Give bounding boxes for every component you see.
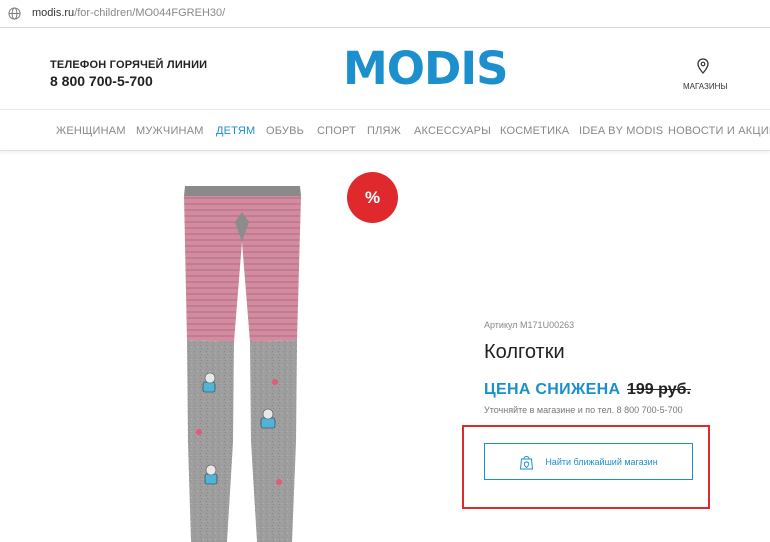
nav-item-shoes[interactable]: ОБУВЬ — [266, 125, 304, 137]
site-logo[interactable]: MODIS — [343, 42, 509, 95]
nav-item-men[interactable]: МУЖЧИНАМ — [136, 125, 204, 137]
find-nearest-store-label: Найти ближайший магазин — [545, 456, 658, 467]
url-text[interactable]: modis.ru/for-children/MO044FGREH30/ — [32, 7, 225, 19]
hotline-label: ТЕЛЕФОН ГОРЯЧЕЙ ЛИНИИ — [50, 59, 208, 71]
price-note: Уточняйте в магазине и по тел. 8 800 700… — [484, 405, 683, 415]
url-path: /for-children/MO044FGREH30/ — [74, 7, 226, 19]
nav-item-kids[interactable]: ДЕТЯМ — [216, 125, 255, 137]
globe-icon — [8, 7, 21, 20]
nav-item-beach[interactable]: ПЛЯЖ — [367, 125, 401, 137]
stores-link[interactable]: МАГАЗИНЫ — [683, 82, 727, 91]
nav-item-women[interactable]: ЖЕНЩИНАМ — [56, 125, 126, 137]
browser-address-bar[interactable]: modis.ru/for-children/MO044FGREH30/ — [0, 0, 770, 28]
nav-item-news[interactable]: НОВОСТИ И АКЦИИ — [668, 125, 770, 137]
product-title: Колготки — [484, 341, 565, 363]
price-reduced-label: ЦЕНА СНИЖЕНА — [484, 381, 621, 398]
find-nearest-store-button[interactable]: Найти ближайший магазин — [484, 443, 693, 480]
sale-badge: % — [347, 172, 398, 223]
hotline-number[interactable]: 8 800 700-5-700 — [50, 73, 153, 89]
url-domain: modis.ru — [32, 7, 75, 19]
shopping-bag-pin-icon — [520, 455, 534, 469]
main-navigation: ЖЕНЩИНАМ МУЖЧИНАМ ДЕТЯМ ОБУВЬ СПОРТ ПЛЯЖ… — [0, 111, 770, 151]
nav-item-sport[interactable]: СПОРТ — [317, 125, 356, 137]
product-image[interactable] — [175, 182, 310, 542]
nav-item-idea-by-modis[interactable]: IDEA BY MODIS — [579, 125, 663, 137]
old-price: 199 руб. — [627, 381, 691, 398]
site-header: ТЕЛЕФОН ГОРЯЧЕЙ ЛИНИИ 8 800 700-5-700 MO… — [0, 28, 770, 110]
nav-item-accessories[interactable]: АКСЕССУАРЫ — [414, 125, 491, 137]
map-pin-icon[interactable] — [697, 58, 709, 74]
product-sku: Артикул M171U00263 — [484, 320, 575, 330]
nav-item-cosmetics[interactable]: КОСМЕТИКА — [500, 125, 569, 137]
